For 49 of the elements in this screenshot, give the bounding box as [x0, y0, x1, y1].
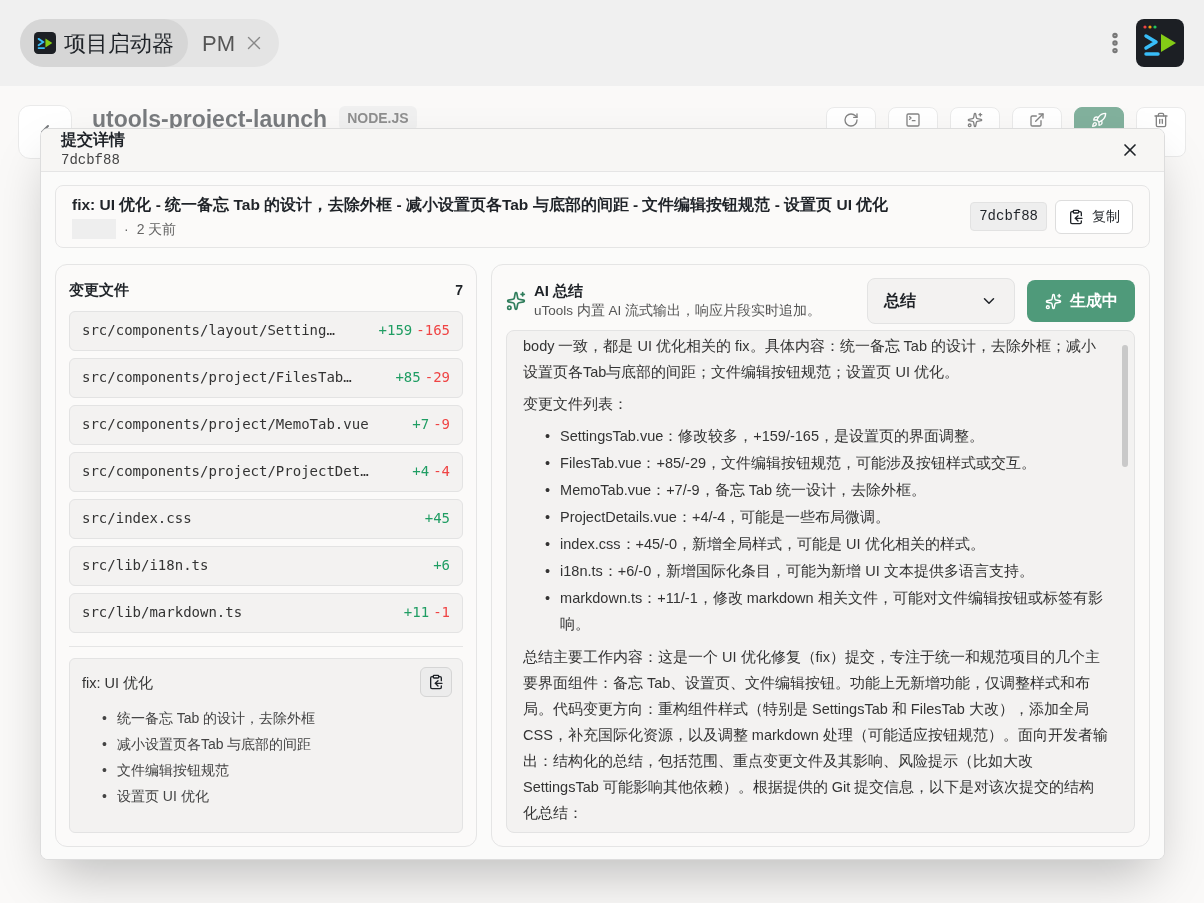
project-title: utools-project-launch	[92, 106, 328, 131]
commit-hash: 7dcbf88	[61, 150, 121, 170]
deletions-count: -4	[433, 462, 450, 481]
list-item: ProjectDetails.vue：+4/-4，可能是一些布局微调。	[560, 508, 891, 527]
summary-paragraph: body 一致，都是 UI 优化相关的 fix。具体内容：统一备忘 Tab 的设计，去除外框；减小设置页各Tab与底部的间距；文件编辑按钮规范；设置页 UI 优化。	[523, 337, 1097, 382]
bullet: •	[545, 508, 551, 527]
additions-count: +6	[433, 556, 450, 575]
additions-count: +85	[395, 368, 421, 387]
bullet: •	[545, 535, 551, 554]
deletions-count: -9	[433, 415, 450, 434]
deletions-count: -1	[433, 603, 450, 622]
list-item: i18n.ts：+6/-0，新增国际化条目，可能为新增 UI 文本提供多语言支持。	[560, 562, 1034, 581]
list-item: 统一备忘 Tab 的设计，去除外框	[116, 708, 316, 728]
commit-message: fix: UI 优化 - 统一备忘 Tab 的设计，去除外框 - 减小设置页各Tab 与底部的间距 - 文件编辑按钮规范 - 设置页 UI 优化	[72, 195, 889, 216]
bullet: •	[102, 786, 107, 806]
list-item: 设置页 UI 优化	[116, 786, 209, 806]
additions-count: +159	[378, 321, 413, 340]
panel-subtitle: uTools 内置 AI 流式输出，响应片段实时追加。	[534, 301, 822, 320]
commit-body-title: fix: UI 优化	[82, 674, 154, 691]
bullet: •	[102, 708, 107, 728]
bullet: •	[102, 734, 107, 754]
list-item: MemoTab.vue：+7/-9，备忘 Tab 统一设计，去除外框。	[560, 481, 927, 500]
separator: ·	[124, 219, 129, 239]
bullet: •	[545, 562, 551, 581]
dialog-title: 提交详情	[61, 129, 125, 150]
panel-title: AI 总结	[534, 280, 585, 301]
bullet: •	[545, 481, 551, 500]
file-count: 7	[455, 280, 463, 300]
list-item: index.css：+45/-0，新增全局样式，可能是 UI 优化相关的样式。	[560, 535, 985, 554]
panel-title: 变更文件	[69, 280, 129, 300]
list-item: markdown.ts：+11/-1，修改 markdown 相关文件，可能对文件编辑按钮或标签有影响。	[560, 589, 1104, 634]
additions-count: +11	[403, 603, 430, 622]
deletions-count: -29	[424, 368, 450, 387]
bullet: •	[545, 427, 551, 446]
additions-count: +7	[412, 415, 430, 434]
summary-paragraph: 变更文件列表：	[523, 395, 629, 414]
additions-count: +4	[412, 462, 430, 481]
bullet: •	[102, 760, 107, 780]
bullet: •	[545, 454, 551, 473]
list-item: 减小设置页各Tab 与底部的间距	[116, 734, 312, 754]
deletions-count: -165	[416, 321, 450, 340]
summary-paragraph: 总结主要工作内容：这是一个 UI 优化修复（fix）提交，专注于统一和规范项目的几个主要界面组件：备忘 Tab、设置页、文件编辑按钮。功能上无新增功能，仅调整样式和布局。代码变更方向：重构组件样式（特别是 SettingsTab 和 FilesTab 大改），添加全局 CSS，补充国际化资源，以及调整 markdown 处理（可能适应按钮规范）。面向开发者输出：结构化的总结，包括范围、重点变更文件及其影响、风险提示（比如大改 SettingsTab 可能影响其他依赖）。根据提供的 Git 提交信息，以下是对该次提交的结构化总结：	[523, 648, 1108, 823]
list-item: SettingsTab.vue：修改较多，+159/-165，是设置页的界面调整。	[560, 427, 984, 446]
bullet: •	[545, 589, 551, 608]
list-item: FilesTab.vue：+85/-29，文件编辑按钮规范，可能涉及按钮样式或交互。	[560, 454, 1037, 473]
commit-time: 2 天前	[136, 219, 177, 239]
additions-count: +45	[424, 509, 450, 528]
commit-hash: 7dcbf88	[970, 202, 1047, 231]
list-item: 文件编辑按钮规范	[116, 760, 229, 780]
